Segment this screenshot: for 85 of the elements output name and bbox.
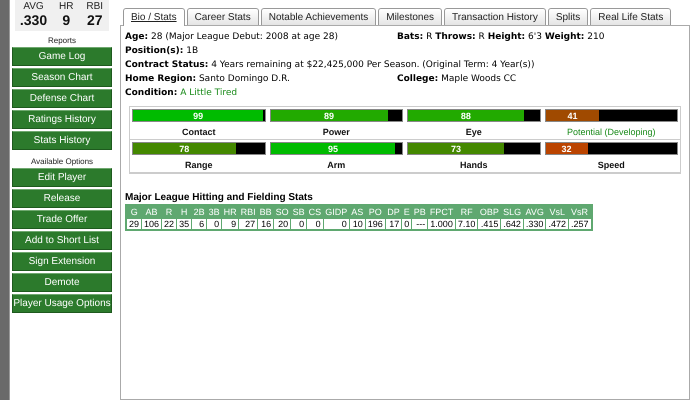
table-cell: 17: [385, 218, 402, 230]
table-cell: 0: [290, 218, 307, 230]
tab[interactable]: Career Stats: [186, 8, 259, 25]
rating-fill: 89: [270, 110, 388, 121]
table-cell: 10: [349, 218, 366, 230]
table-cell: 9: [222, 218, 239, 230]
table-cell: 0: [402, 218, 412, 230]
rating-label: Eye: [466, 127, 482, 137]
rating-fill: 32: [546, 143, 588, 154]
table-cell: 27: [238, 218, 258, 230]
table-cell: 29: [126, 218, 142, 230]
rating-label: Potential (Developing): [566, 127, 656, 137]
table-cell: 20: [274, 218, 291, 230]
rating-label: Power: [322, 127, 350, 137]
section-heading: Reports: [48, 36, 76, 45]
column-header: GIDP: [323, 205, 350, 218]
sidebar-button[interactable]: Season Chart: [12, 68, 112, 87]
stat-value: 9: [61, 12, 72, 28]
stat-label: AVG: [22, 1, 45, 12]
table-cell: .415: [478, 218, 501, 230]
sidebar-button[interactable]: Sign Extension: [12, 252, 112, 271]
sidebar-button[interactable]: Ratings History: [12, 110, 112, 129]
position-text: Position(s): 1B: [125, 46, 200, 56]
rating-label: Arm: [327, 160, 346, 170]
rating-fill: 41: [546, 110, 600, 121]
rating-label: Contact: [182, 127, 216, 137]
column-header: G: [126, 205, 142, 218]
table-cell: .257: [568, 218, 592, 230]
stat-value: 27: [86, 12, 104, 28]
stat-value: .330: [18, 12, 48, 28]
section-heading: Available Options: [30, 157, 94, 166]
table-cell: 106: [142, 218, 162, 230]
rating-label: Speed: [598, 160, 625, 170]
rating-label: Range: [184, 160, 212, 170]
sidebar-button[interactable]: Demote: [12, 273, 112, 292]
college-text: College: Maple Woods CC: [397, 74, 518, 84]
table-cell: 22: [162, 218, 177, 230]
table-cell: ---: [412, 218, 428, 230]
rating-fill: 78: [133, 143, 236, 154]
column-header: DP: [385, 205, 402, 218]
column-header: PO: [365, 205, 386, 218]
column-header: AS: [349, 205, 366, 218]
sidebar-button[interactable]: Defense Chart: [12, 89, 112, 108]
column-header: AVG: [523, 205, 546, 218]
sidebar-button[interactable]: Add to Short List: [12, 231, 112, 250]
rating-fill: 88: [408, 110, 524, 121]
tab[interactable]: Bio / Stats: [123, 8, 185, 26]
table-cell: 16: [258, 218, 274, 230]
stat-label: HR: [58, 1, 74, 12]
column-header: RF: [455, 205, 478, 218]
stat-label: RBI: [85, 1, 104, 12]
physical-text: Bats: R Throws: R Height: 6'3 Weight: 210: [397, 32, 606, 42]
table-cell: 1.000: [428, 218, 456, 230]
sidebar-button[interactable]: Player Usage Options: [12, 294, 112, 313]
table-cell: 7.10: [455, 218, 478, 230]
rating-label: Hands: [460, 160, 488, 170]
table-cell: 0: [206, 218, 222, 230]
age-text: Age: 28 (Major League Debut: 2008 at age 28): [125, 32, 339, 42]
tab[interactable]: Transaction History: [444, 8, 546, 25]
tab[interactable]: Notable Achievements: [260, 8, 376, 25]
table-cell: .642: [500, 218, 524, 230]
rating-fill: 73: [408, 143, 504, 154]
table-cell: 196: [365, 218, 386, 230]
condition-text: Condition: A Little Tired: [125, 88, 238, 98]
table-cell: 0: [306, 218, 324, 230]
table-cell: .472: [546, 218, 568, 230]
sidebar-button[interactable]: Stats History: [12, 131, 112, 150]
table-cell: 35: [176, 218, 192, 230]
table-cell: 6: [192, 218, 207, 230]
contract-text: Contract Status: 4 Years remaining at $22,425,000 Per Season. (Original Term: 4 Year(s)): [125, 60, 536, 70]
tab[interactable]: Real Life Stats: [590, 8, 672, 25]
table-title: Major League Hitting and Fielding Stats: [125, 192, 314, 203]
table-cell: 0: [323, 218, 350, 230]
sidebar-button[interactable]: Edit Player: [12, 168, 112, 187]
sidebar-button[interactable]: Game Log: [12, 47, 112, 66]
home-region-text: Home Region: Santo Domingo D.R.: [125, 74, 291, 84]
sidebar-button[interactable]: Release: [12, 189, 112, 208]
rating-fill: 95: [270, 143, 396, 154]
column-header: VsR: [568, 205, 592, 218]
table-cell: .330: [523, 218, 546, 230]
tab[interactable]: Milestones: [378, 8, 442, 25]
scrollbar[interactable]: [0, 0, 10, 400]
tab[interactable]: Splits: [548, 8, 588, 25]
sidebar-button[interactable]: Trade Offer: [12, 210, 112, 229]
rating-fill: 99: [133, 110, 264, 121]
